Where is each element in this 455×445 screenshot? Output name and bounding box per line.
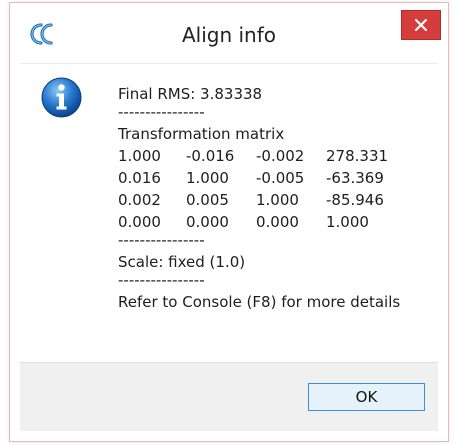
matrix-cell: -85.946 (326, 191, 384, 209)
close-icon (414, 18, 428, 32)
matrix-cell: 1.000 (118, 147, 161, 165)
matrix-cell: 1.000 (326, 213, 369, 231)
close-button[interactable] (401, 10, 441, 40)
matrix-cell: -0.005 (256, 169, 305, 187)
matrix-cell: 0.000 (118, 213, 161, 231)
matrix-cell: -0.016 (186, 147, 235, 165)
matrix-cell: -63.369 (326, 169, 384, 187)
separator: ---------------- (118, 271, 205, 289)
final-rms-text: Final RMS: 3.83338 (118, 85, 263, 103)
matrix-row: 0.002 0.005 1.000 -85.946 (118, 189, 406, 211)
separator: ---------------- (118, 231, 205, 249)
separator: ---------------- (118, 103, 205, 121)
matrix-cell: 0.005 (186, 191, 229, 209)
matrix-row: 0.000 0.000 0.000 1.000 (118, 211, 406, 233)
ok-button[interactable]: OK (308, 383, 425, 411)
button-bar: OK (20, 362, 438, 431)
matrix-cell: 1.000 (186, 169, 229, 187)
matrix-cell: 278.331 (326, 147, 389, 165)
scale-text: Scale: fixed (1.0) (118, 253, 246, 271)
console-hint-text: Refer to Console (F8) for more details (118, 293, 401, 311)
info-icon (41, 77, 82, 118)
matrix-cell: 0.002 (118, 191, 161, 209)
matrix-label: Transformation matrix (118, 125, 285, 143)
matrix-cell: -0.002 (256, 147, 305, 165)
matrix-cell: 0.016 (118, 169, 161, 187)
matrix-cell: 0.000 (256, 213, 299, 231)
matrix-row: 0.016 1.000 -0.005 -63.369 (118, 167, 406, 189)
title-bar[interactable]: Align info (10, 3, 448, 63)
dialog-body: Final RMS: 3.83338 ---------------- Tran… (20, 63, 438, 431)
dialog-title: Align info (181, 23, 277, 47)
matrix-cell: 0.000 (186, 213, 229, 231)
matrix-row: 1.000 -0.016 -0.002 278.331 (118, 145, 406, 167)
message-text: Final RMS: 3.83338 ---------------- Tran… (118, 83, 406, 313)
matrix-cell: 1.000 (256, 191, 299, 209)
align-info-dialog: Align info Final RMS: 3.83338 ----------… (9, 2, 449, 442)
